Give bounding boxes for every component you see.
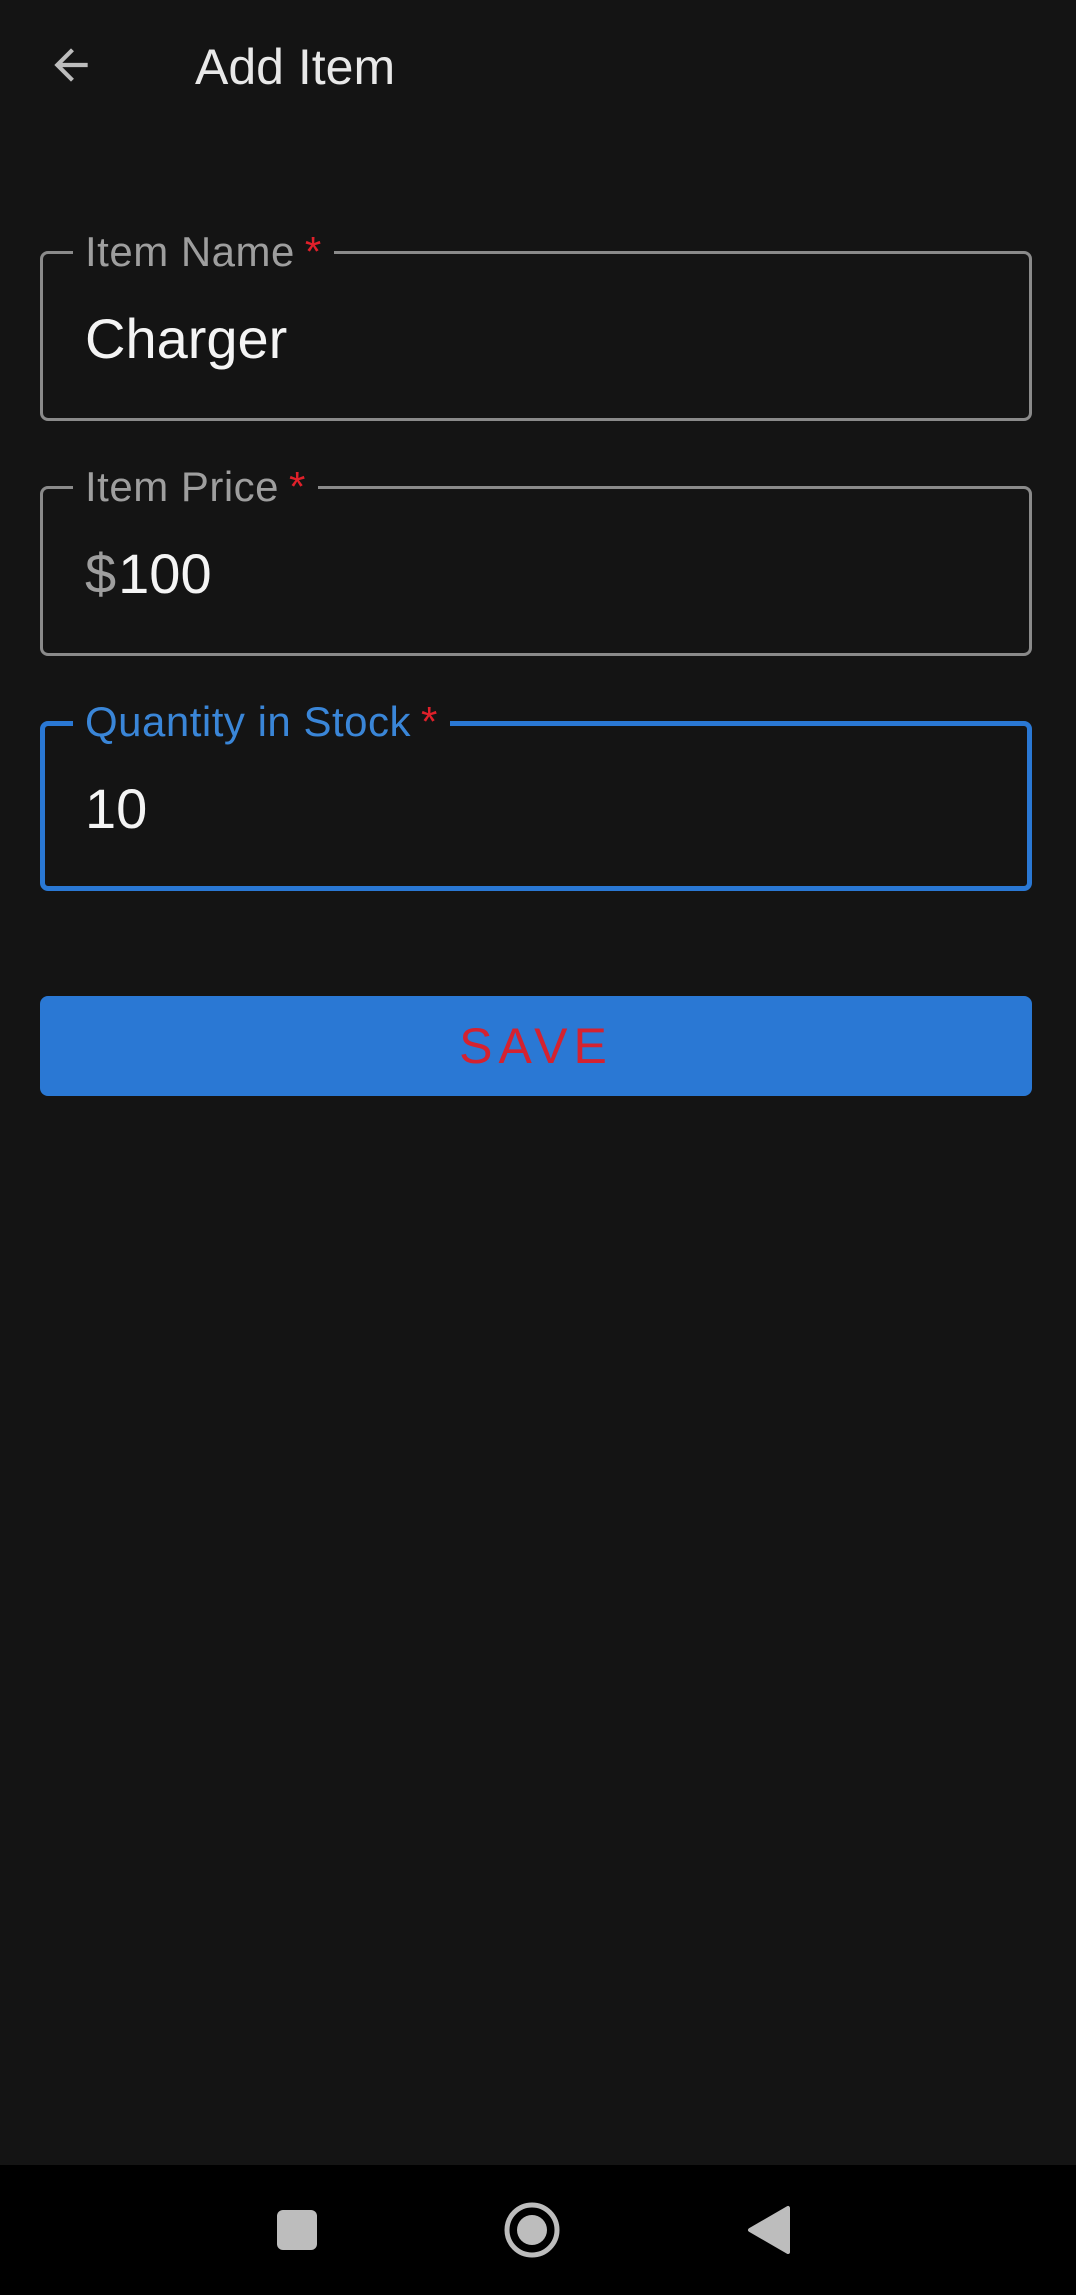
page-title: Add Item — [195, 39, 396, 95]
required-asterisk: * — [289, 463, 306, 510]
save-button[interactable]: SAVE — [40, 996, 1032, 1096]
circle-home-icon — [504, 2202, 560, 2258]
required-asterisk: * — [304, 228, 322, 275]
item-name-input[interactable]: Charger — [85, 304, 287, 374]
quantity-label: Quantity in Stock * — [73, 696, 450, 748]
quantity-input[interactable]: 10 — [85, 774, 147, 844]
quantity-field[interactable]: Quantity in Stock * 10 — [40, 696, 1032, 891]
system-nav-bar — [0, 2165, 1076, 2295]
square-icon — [277, 2210, 317, 2250]
save-button-label: SAVE — [459, 1018, 613, 1074]
nav-back-button[interactable] — [733, 2195, 803, 2265]
required-asterisk: * — [420, 698, 438, 745]
item-name-label: Item Name * — [73, 226, 334, 278]
item-price-value: 100 — [118, 542, 212, 605]
item-price-field[interactable]: Item Price * $100 — [40, 461, 1032, 656]
triangle-back-icon — [748, 2206, 790, 2254]
recents-button[interactable] — [262, 2195, 332, 2265]
app-bar: Add Item — [0, 0, 1076, 140]
add-item-screen: Add Item Item Name * Charger Item Price * … — [0, 0, 1076, 2295]
item-price-label: Item Price * — [73, 461, 318, 513]
currency-prefix: $ — [85, 542, 117, 605]
item-name-field[interactable]: Item Name * Charger — [40, 226, 1032, 421]
back-button[interactable] — [36, 30, 106, 100]
arrow-left-icon — [54, 48, 88, 82]
home-button[interactable] — [497, 2195, 567, 2265]
item-price-input[interactable]: $100 — [85, 539, 212, 609]
